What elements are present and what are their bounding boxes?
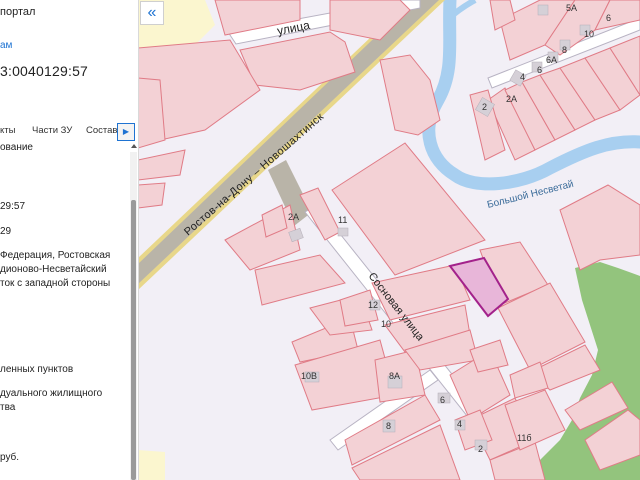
house-number: 11	[338, 215, 347, 225]
tab-parts[interactable]: Части ЗУ	[32, 125, 72, 136]
field-use-1: дуального жилищного	[0, 388, 103, 399]
house-number: 6	[606, 13, 611, 23]
panel-link[interactable]: ам	[0, 40, 12, 51]
collapse-panel-button[interactable]: «	[140, 1, 164, 25]
field-address-2: дионово-Несветайский	[0, 264, 107, 275]
scroll-up-icon[interactable]	[131, 144, 137, 148]
house-number: 2	[478, 444, 483, 454]
cadastral-number: 3:0040129:57	[0, 63, 89, 79]
chevron-right-icon: ▶	[122, 127, 130, 136]
house-number: 4	[457, 419, 462, 429]
parcel[interactable]	[138, 182, 166, 209]
field-use-2: тва	[0, 402, 16, 413]
field-type: ование	[0, 142, 33, 153]
field-category: ленных пунктов	[0, 364, 74, 375]
house-number: 10	[584, 29, 594, 39]
tab-composition[interactable]: Состав	[86, 125, 117, 136]
field-quarter: 29	[0, 226, 12, 237]
house-number: 5А	[566, 3, 577, 13]
house-number: 10В	[301, 371, 317, 381]
field-cadastral: 29:57	[0, 201, 26, 212]
house-number: 11б	[517, 433, 532, 443]
parcel[interactable]	[138, 77, 166, 149]
panel-scrollbar-thumb[interactable]	[131, 200, 136, 480]
double-chevron-left-icon: «	[147, 4, 157, 21]
house-number: 8	[386, 421, 391, 431]
portal-title: портал	[0, 6, 36, 18]
info-panel: портал ам 3:0040129:57 кты Части ЗУ Сост…	[0, 0, 139, 480]
field-address-1: Федерация, Ростовская	[0, 250, 111, 261]
house-number: 8А	[389, 371, 400, 381]
house-number: 6А	[546, 55, 557, 65]
house-number: 6	[440, 395, 445, 405]
field-address-3: ток с западной стороны	[0, 278, 111, 289]
house-number: 2А	[506, 94, 517, 104]
parcel[interactable]	[559, 184, 640, 271]
house-number: 2А	[288, 212, 299, 222]
field-cost: руб.	[0, 452, 20, 463]
parcel[interactable]	[379, 54, 441, 136]
cadastral-map[interactable]: Ростов-на-Дону – Новошахтинск улица Сосн…	[138, 0, 640, 480]
house-number: 10	[381, 319, 391, 329]
house-number: 12	[368, 300, 378, 310]
house-number: 6	[537, 65, 542, 75]
house-number: 4	[520, 72, 525, 82]
tab-objects[interactable]: кты	[0, 125, 15, 136]
tab-scroll-right-button[interactable]: ▶	[117, 123, 135, 141]
house-number: 8	[562, 45, 567, 55]
map-canvas[interactable]: Ростов-на-Дону – Новошахтинск улица Сосн…	[138, 0, 640, 480]
house-number: 2	[482, 102, 487, 112]
field-area	[138, 450, 165, 480]
parcel[interactable]	[138, 149, 186, 181]
